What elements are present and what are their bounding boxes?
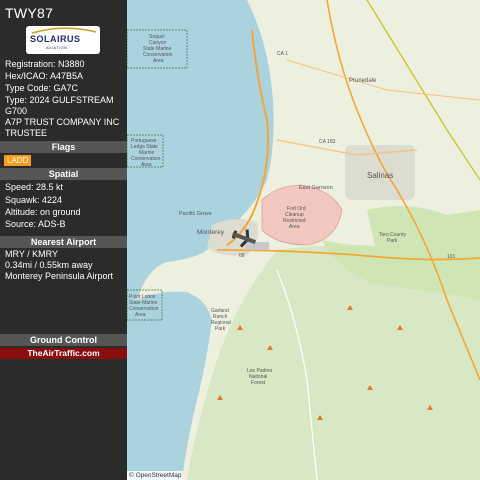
- los-padres-label-line: Forest: [251, 380, 266, 386]
- point-lobos-label-line: Area: [135, 312, 146, 318]
- ladd-flag-badge: LADD: [4, 155, 32, 166]
- squawk-text: Squawk: 4224: [5, 195, 63, 205]
- garland-label-line: Park: [215, 326, 226, 332]
- ca183-label: CA 183: [319, 139, 336, 145]
- pacific-grove-label: Pacific Grove: [179, 211, 212, 217]
- east-garrison-label: East Garrison: [299, 185, 333, 191]
- owner-text-continued: TRUSTEE: [5, 128, 48, 138]
- prunedale-label: Prunedale: [349, 78, 377, 84]
- ground-control-header: Ground Control: [0, 334, 127, 346]
- map-attribution[interactable]: © OpenStreetMap: [127, 471, 184, 480]
- airport-runway: [245, 242, 269, 250]
- type-text-continued: G700: [5, 106, 28, 116]
- airport-name-text: Monterey Peninsula Airport: [5, 271, 114, 281]
- type-text: Type: 2024 GULFSTREAM: [5, 95, 114, 105]
- airport-code-text: MRY / KMRY: [5, 249, 59, 259]
- speed-text: Speed: 28.5 kt: [5, 182, 64, 192]
- route-101-label: 101: [447, 254, 456, 260]
- map-canvas: Soquel Canyon State Marine Conservation …: [127, 0, 480, 480]
- spatial-header: Spatial: [0, 168, 127, 180]
- monterey-label: Monterey: [197, 229, 225, 236]
- aircraft-info-panel: TWY87 SOLAIRUS AVIATION Registration: N3…: [0, 0, 127, 480]
- route-68-label: 68: [239, 253, 245, 259]
- nearest-airport-header: Nearest Airport: [0, 236, 127, 248]
- website-link[interactable]: TheAirTraffic.com: [0, 348, 127, 359]
- aircraft-callsign: TWY87: [5, 5, 54, 21]
- map-view[interactable]: Soquel Canyon State Marine Conservation …: [127, 0, 480, 480]
- airport-distance-text: 0.34mi / 0.55km away: [5, 260, 93, 270]
- portuguese-label-line: Area: [141, 162, 152, 168]
- source-text: Source: ADS-B: [5, 219, 66, 229]
- logo-swoosh-icon: [31, 27, 97, 34]
- toro-label-line: Park: [387, 238, 398, 244]
- owner-text: A7P TRUST COMPANY INC: [5, 117, 120, 127]
- ca1-label: CA 1: [277, 51, 288, 57]
- altitude-text: Altitude: on ground: [5, 207, 81, 217]
- salinas-label: Salinas: [367, 171, 393, 180]
- operator-logo: SOLAIRUS AVIATION: [26, 26, 100, 54]
- hex-text: Hex/ICAO: A47B5A: [5, 71, 84, 81]
- registration-text: Registration: N3880: [5, 59, 85, 69]
- type-code-text: Type Code: GA7C: [5, 83, 79, 93]
- flags-header: Flags: [0, 141, 127, 153]
- fort-ord-label-line: Area: [289, 224, 300, 230]
- soquel-label-line: Area: [153, 58, 164, 64]
